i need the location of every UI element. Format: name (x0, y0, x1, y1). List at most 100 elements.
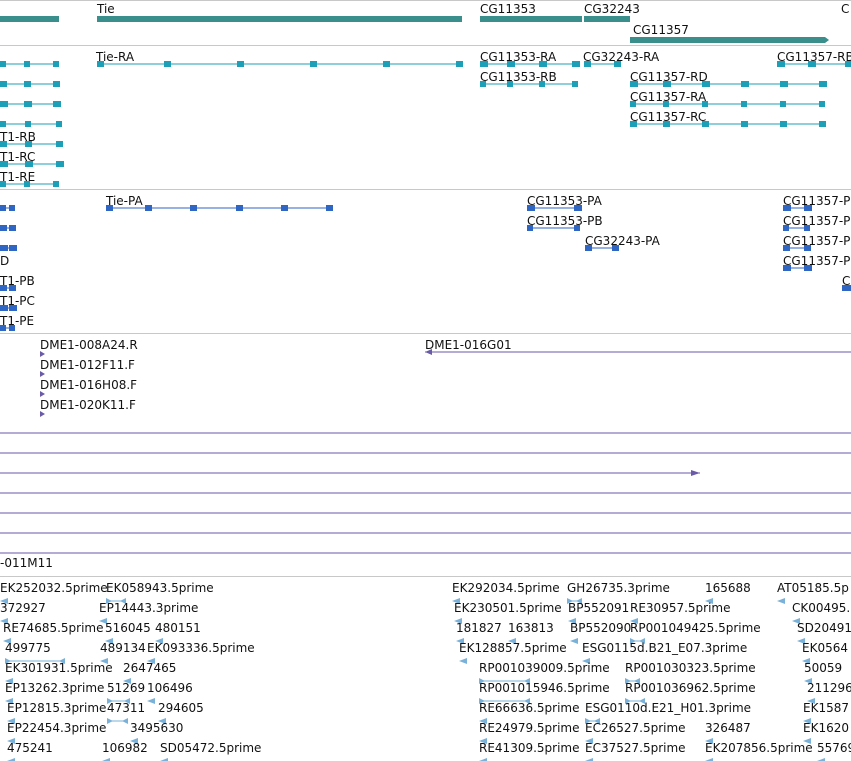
protein-glyph[interactable] (0, 324, 17, 332)
protein-glyph[interactable] (0, 284, 17, 292)
est-label[interactable]: RE66636.5prime (479, 701, 580, 715)
est-label[interactable]: 372927 (0, 601, 46, 615)
protein-glyph[interactable] (0, 304, 17, 312)
est-label[interactable]: 165688 (705, 581, 751, 595)
transcript-glyph[interactable] (777, 60, 851, 68)
est-label[interactable]: EP13262.3prime (5, 681, 104, 695)
protein-glyph[interactable] (585, 244, 620, 252)
est-label[interactable]: EK128857.5prime (459, 641, 567, 655)
est-label[interactable]: 106496 (147, 681, 193, 695)
est-label[interactable]: BP552091 (568, 601, 629, 615)
est-label[interactable]: EK093336.5prime (147, 641, 255, 655)
est-label[interactable]: EK252032.5prime (0, 581, 108, 595)
clone-marker[interactable] (40, 411, 45, 417)
transcript-glyph[interactable] (97, 60, 464, 68)
est-label[interactable]: RP001039009.5prime (479, 661, 610, 675)
clone-marker[interactable] (40, 371, 45, 377)
est-label[interactable]: 516045 (105, 621, 151, 635)
est-label[interactable]: SD20491 (797, 621, 851, 635)
transcript-glyph[interactable] (0, 140, 64, 148)
gene-bar-left[interactable] (0, 15, 63, 23)
est-label[interactable]: EP12815.3prime (7, 701, 106, 715)
gene-bar-cg11353[interactable] (480, 15, 586, 23)
est-label[interactable]: RE24979.5prime (479, 721, 580, 735)
protein-glyph[interactable] (0, 204, 17, 212)
protein-glyph[interactable] (783, 244, 812, 252)
est-label[interactable]: EK207856.5prime (705, 741, 813, 755)
est-label[interactable]: ESG0115d.B21_E07.3prime (582, 641, 747, 655)
est-label[interactable]: EK058943.5prime (106, 581, 214, 595)
est-label[interactable]: 55769 (817, 741, 851, 755)
gene-label-cg11353[interactable]: CG11353 (480, 2, 536, 16)
protein-glyph[interactable] (106, 204, 334, 212)
clone-line[interactable] (0, 450, 851, 456)
clone-label[interactable]: DME1-020K11.F (40, 398, 136, 412)
est-label[interactable]: 106982 (102, 741, 148, 755)
est-label[interactable]: SD05472.5prime (160, 741, 261, 755)
est-label[interactable]: EK1587 (803, 701, 849, 715)
est-label[interactable]: 181827 (456, 621, 502, 635)
est-label[interactable]: RE74685.5prime (3, 621, 104, 635)
transcript-glyph[interactable] (630, 80, 827, 88)
est-label[interactable]: 489134 (100, 641, 146, 655)
est-label[interactable]: 51269 (107, 681, 145, 695)
transcript-glyph[interactable] (0, 160, 64, 168)
est-label[interactable]: ESG0110d.E21_H01.3prime (585, 701, 751, 715)
est-label[interactable]: EK301931.5prime (5, 661, 113, 675)
gene-label-cg11357[interactable]: CG11357 (633, 23, 689, 37)
est-label[interactable]: 480151 (155, 621, 201, 635)
est-label[interactable]: CK00495. (792, 601, 850, 615)
clone-line[interactable] (0, 490, 851, 496)
clone-marker[interactable] (40, 391, 45, 397)
est-label[interactable]: 211296 (807, 681, 851, 695)
est-label[interactable]: 2647465 (123, 661, 176, 675)
est-label[interactable]: EK1620 (803, 721, 849, 735)
est-label[interactable]: 50059 (804, 661, 842, 675)
est-label[interactable]: EP22454.3prime (7, 721, 106, 735)
est-label[interactable]: 3495630 (130, 721, 183, 735)
est-label[interactable]: 326487 (705, 721, 751, 735)
clone-label[interactable]: DME1-016H08.F (40, 378, 137, 392)
clone-line[interactable] (0, 530, 851, 536)
est-label[interactable]: RP001030323.5prime (625, 661, 756, 675)
est-label[interactable]: 294605 (158, 701, 204, 715)
gene-label-tie[interactable]: Tie (97, 2, 115, 16)
clone-label[interactable]: DME1-012F11.F (40, 358, 135, 372)
est-label[interactable]: EK230501.5prime (454, 601, 562, 615)
clone-line[interactable] (0, 510, 851, 516)
est-label[interactable]: 475241 (7, 741, 53, 755)
transcript-glyph[interactable] (0, 80, 61, 88)
gene-bar-tie[interactable] (97, 15, 466, 23)
est-label[interactable]: 163813 (508, 621, 554, 635)
est-label[interactable]: 47311 (107, 701, 145, 715)
est-label[interactable]: EC26527.5prime (585, 721, 686, 735)
clone-line[interactable] (425, 349, 851, 355)
transcript-glyph[interactable] (630, 100, 827, 108)
est-label[interactable]: RP001015946.5prime (479, 681, 610, 695)
transcript-glyph[interactable] (0, 60, 61, 68)
est-glyph[interactable] (777, 598, 792, 604)
transcript-glyph[interactable] (480, 60, 580, 68)
est-label[interactable]: EC37527.5prime (585, 741, 686, 755)
est-label[interactable]: RP001049425.5prime (630, 621, 761, 635)
transcript-glyph[interactable] (480, 80, 580, 88)
protein-glyph[interactable] (0, 224, 17, 232)
protein-glyph[interactable] (0, 244, 17, 252)
protein-glyph[interactable] (527, 204, 582, 212)
est-label[interactable]: RP001036962.5prime (625, 681, 756, 695)
clone-label[interactable]: DME1-008A24.R (40, 338, 138, 352)
clone-line[interactable] (0, 550, 851, 556)
gene-label-cg32243[interactable]: CG32243 (584, 2, 640, 16)
clone-line[interactable] (0, 470, 702, 476)
gene-bar-cg11357[interactable] (630, 36, 829, 44)
transcript-glyph[interactable] (0, 180, 61, 188)
est-label[interactable]: RE41309.5prime (479, 741, 580, 755)
protein-label[interactable]: D (0, 254, 9, 268)
est-label[interactable]: EK0564 (802, 641, 848, 655)
protein-glyph[interactable] (842, 284, 851, 292)
clone-line[interactable] (0, 430, 851, 436)
est-glyph[interactable] (107, 718, 130, 724)
est-label[interactable]: EK292034.5prime (452, 581, 560, 595)
est-label[interactable]: GH26735.3prime (567, 581, 670, 595)
protein-glyph[interactable] (783, 224, 812, 232)
